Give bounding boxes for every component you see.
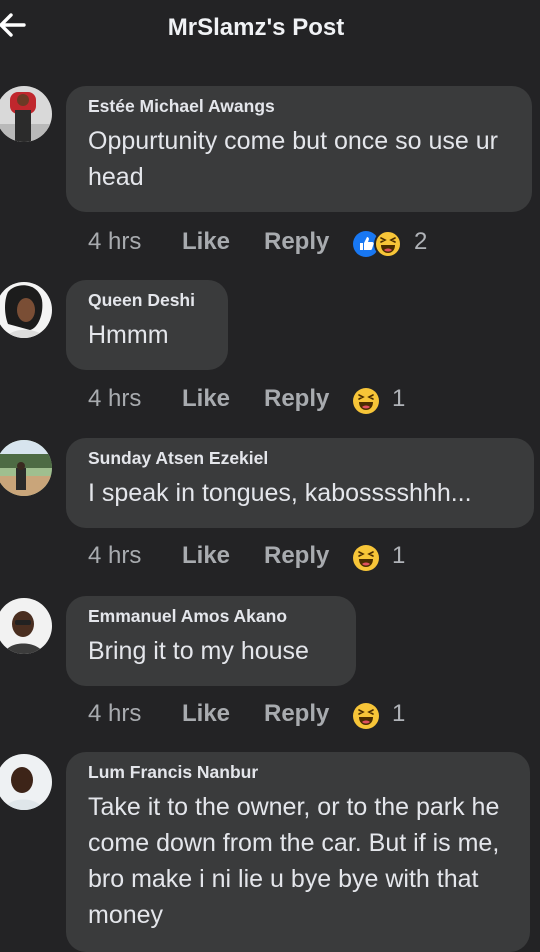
reply-button[interactable]: Reply [264,385,329,413]
comment-author[interactable]: Queen Deshi [88,290,206,311]
comment-bubble[interactable]: Sunday Atsen Ezekiel I speak in tongues,… [66,438,534,528]
comment-text: Oppurtunity come but once so use ur head [88,127,498,191]
reaction-count[interactable]: 1 [392,385,405,413]
comment-bubble[interactable]: Estée Michael Awangs Oppurtunity come bu… [66,86,532,212]
reaction-count[interactable]: 1 [392,542,405,570]
comment-time: 4 hrs [88,228,142,255]
haha-reaction-icon[interactable] [352,387,380,415]
like-button[interactable]: Like [182,700,230,728]
comment-bubble[interactable]: Emmanuel Amos Akano Bring it to my house [66,596,356,686]
comment-actions: 4 hrs Like Reply 1 [88,700,448,730]
comment-time: 4 hrs [88,700,142,727]
reply-button[interactable]: Reply [264,542,329,570]
comment-text: Bring it to my house [88,637,309,665]
page-title: MrSlamz's Post [167,14,345,41]
comment-author[interactable]: Sunday Atsen Ezekiel [88,448,512,469]
comment-actions: 4 hrs Like Reply 2 [88,228,448,258]
comment-time: 4 hrs [88,385,142,412]
haha-reaction-icon[interactable] [374,230,402,258]
reply-button[interactable]: Reply [264,228,329,256]
comment-text: I speak in tongues, kabosssshhh... [88,479,472,507]
avatar[interactable] [0,440,52,496]
like-button[interactable]: Like [182,385,230,413]
comment-author[interactable]: Estée Michael Awangs [88,96,510,117]
comment-text: Take it to the owner, or to the park he … [88,793,500,929]
reply-button[interactable]: Reply [264,700,329,728]
comment-actions: 4 hrs Like Reply 1 [88,385,448,415]
comment-author[interactable]: Emmanuel Amos Akano [88,606,334,627]
haha-reaction-icon[interactable] [352,544,380,572]
comment-author[interactable]: Lum Francis Nanbur [88,762,508,783]
top-bar: MrSlamz's Post [0,0,540,58]
reaction-count[interactable]: 1 [392,700,405,728]
comment-actions: 4 hrs Like Reply 1 [88,542,448,572]
comment-text: Hmmm [88,321,169,349]
avatar[interactable] [0,598,52,654]
comment-bubble[interactable]: Queen Deshi Hmmm [66,280,228,370]
haha-reaction-icon[interactable] [352,702,380,730]
avatar[interactable] [0,86,52,142]
like-button[interactable]: Like [182,228,230,256]
comment-time: 4 hrs [88,542,142,569]
avatar[interactable] [0,754,52,810]
like-button[interactable]: Like [182,542,230,570]
comment-bubble[interactable]: Lum Francis Nanbur Take it to the owner,… [66,752,530,952]
avatar[interactable] [0,282,52,338]
reaction-count[interactable]: 2 [414,228,427,256]
